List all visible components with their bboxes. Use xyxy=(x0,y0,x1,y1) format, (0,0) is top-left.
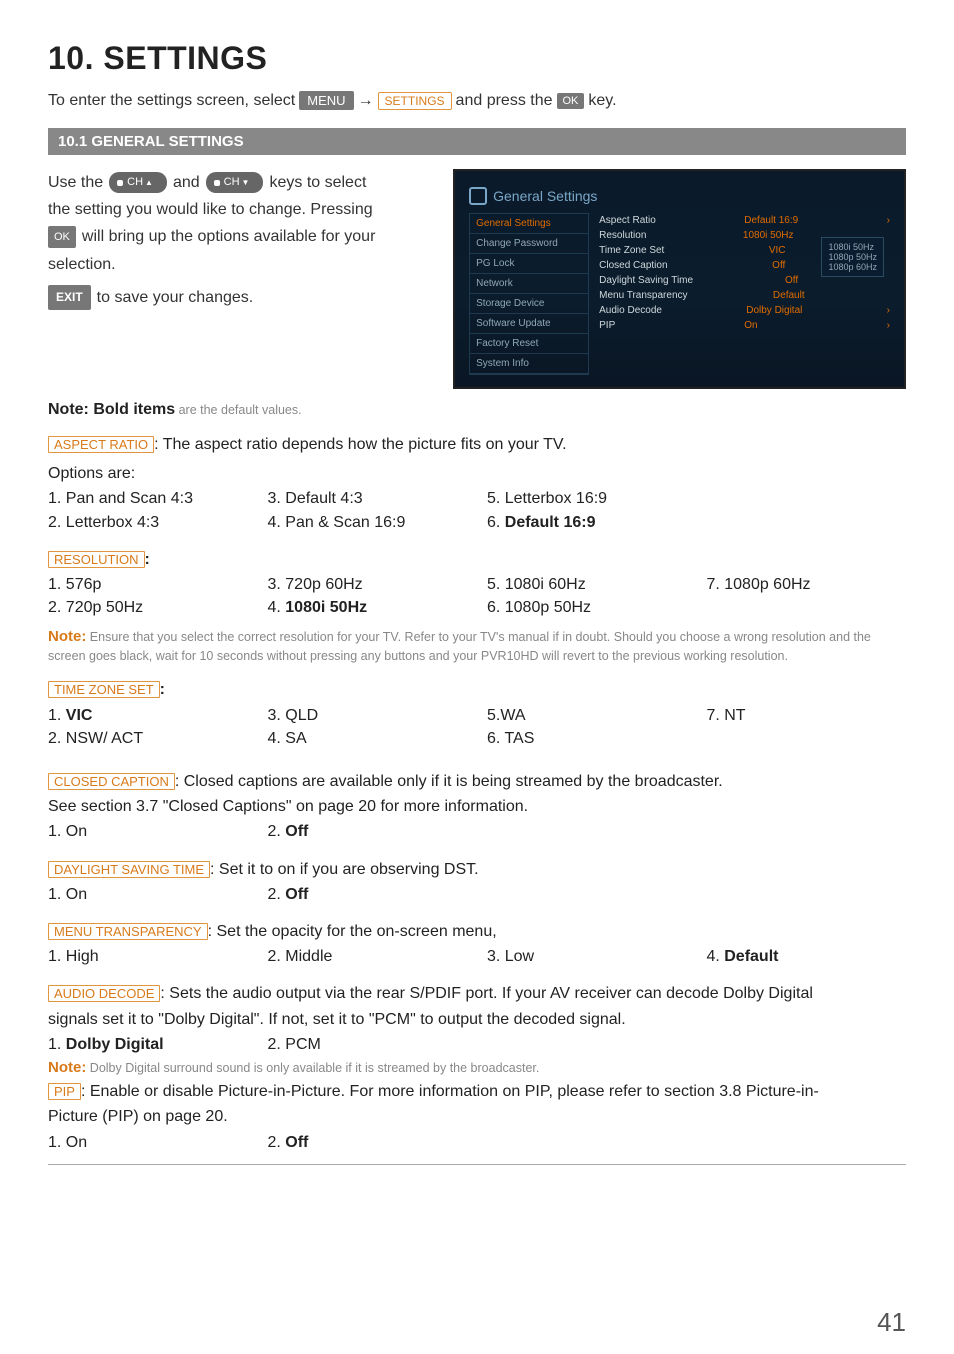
ad-options: 1. Dolby Digital 2. PCM xyxy=(48,1033,906,1056)
tv-sidebar-item: System Info xyxy=(470,354,588,374)
tv-sidebar: General Settings Change Password PG Lock… xyxy=(469,213,589,375)
intro-text-2: and press the xyxy=(456,92,553,110)
intro-text-3: key. xyxy=(588,92,616,110)
resolution-note: Note: Ensure that you select the correct… xyxy=(48,627,906,664)
settings-badge: SETTINGS xyxy=(378,92,452,110)
ok-badge-2: OK xyxy=(48,226,76,249)
tv-screenshot: General Settings General Settings Change… xyxy=(453,169,906,389)
tv-title: General Settings xyxy=(469,187,890,205)
instruction-text: Use the CH▲ and CH▼ keys to select the s… xyxy=(48,169,433,389)
arrow-icon: → xyxy=(358,92,374,110)
tv-sidebar-item: General Settings xyxy=(470,214,588,234)
timezone-block: TIME ZONE SET: xyxy=(48,678,906,701)
aspect-options: 1. Pan and Scan 4:3 2. Letterbox 4:3 3. … xyxy=(48,487,906,533)
cc-block: CLOSED CAPTION: Closed captions are avai… xyxy=(48,770,906,793)
aspect-ratio-block: ASPECT RATIO: The aspect ratio depends h… xyxy=(48,433,906,456)
cc-ref: See section 3.7 "Closed Captions" on pag… xyxy=(48,795,906,818)
timezone-options: 1. VIC 2. NSW/ ACT 3. QLD 4. SA 5.WA 6. … xyxy=(48,704,906,750)
dst-label: DAYLIGHT SAVING TIME xyxy=(48,861,210,878)
resolution-options: 1. 576p 2. 720p 50Hz 3. 720p 60Hz 4. 108… xyxy=(48,573,906,619)
tv-sidebar-item: Storage Device xyxy=(470,294,588,314)
txt: and xyxy=(173,169,200,196)
resolution-label: RESOLUTION xyxy=(48,551,145,568)
ch-up-icon: CH▲ xyxy=(109,172,167,193)
pip-line2: Picture (PIP) on page 20. xyxy=(48,1105,906,1128)
tv-sidebar-item: Factory Reset xyxy=(470,334,588,354)
dst-options: 1. On 2. Off xyxy=(48,883,906,906)
txt: Use the xyxy=(48,169,103,196)
page-heading: 10. SETTINGS xyxy=(48,40,906,77)
ad-line2: signals set it to "Dolby Digital". If no… xyxy=(48,1008,906,1031)
dst-block: DAYLIGHT SAVING TIME: Set it to on if yo… xyxy=(48,858,906,881)
mt-block: MENU TRANSPARENCY: Set the opacity for t… xyxy=(48,920,906,943)
cc-options: 1. On 2. Off xyxy=(48,820,906,843)
txt: keys to select xyxy=(269,169,366,196)
options-head: Options are: xyxy=(48,462,906,485)
timezone-label: TIME ZONE SET xyxy=(48,681,160,698)
txt: the setting you would like to change. Pr… xyxy=(48,196,433,223)
tv-sidebar-item: PG Lock xyxy=(470,254,588,274)
section-bar: 10.1 GENERAL SETTINGS xyxy=(48,128,906,155)
menu-badge: MENU xyxy=(299,91,353,110)
pip-label: PIP xyxy=(48,1083,81,1100)
txt: selection. xyxy=(48,251,433,278)
intro-line: To enter the settings screen, select MEN… xyxy=(48,91,906,110)
pip-options: 1. On 2. Off xyxy=(48,1131,906,1154)
ad-note: Note: Dolby Digital surround sound is on… xyxy=(48,1058,906,1078)
cc-label: CLOSED CAPTION xyxy=(48,773,175,790)
txt: to save your changes. xyxy=(97,284,254,311)
mt-options: 1. High 2. Middle 3. Low 4. Default xyxy=(48,945,906,968)
tv-popup: 1080i 50Hz 1080p 50Hz 1080p 60Hz xyxy=(821,237,884,277)
pip-block: PIP: Enable or disable Picture-in-Pictur… xyxy=(48,1080,906,1103)
bold-items-note: Note: Bold items are the default values. xyxy=(48,401,906,419)
ok-badge: OK xyxy=(557,93,585,109)
ch-down-icon: CH▼ xyxy=(206,172,264,193)
tv-sidebar-item: Change Password xyxy=(470,234,588,254)
footer-rule xyxy=(48,1164,906,1165)
intro-text-1: To enter the settings screen, select xyxy=(48,92,295,110)
mt-label: MENU TRANSPARENCY xyxy=(48,923,208,940)
tv-sidebar-item: Software Update xyxy=(470,314,588,334)
resolution-block: RESOLUTION: xyxy=(48,548,906,571)
page-number: 41 xyxy=(877,1307,906,1338)
tv-sidebar-item: Network xyxy=(470,274,588,294)
ad-label: AUDIO DECODE xyxy=(48,985,160,1002)
ad-block: AUDIO DECODE: Sets the audio output via … xyxy=(48,982,906,1005)
aspect-ratio-label: ASPECT RATIO xyxy=(48,436,154,453)
txt: will bring up the options available for … xyxy=(82,223,376,250)
exit-badge: EXIT xyxy=(48,285,91,309)
